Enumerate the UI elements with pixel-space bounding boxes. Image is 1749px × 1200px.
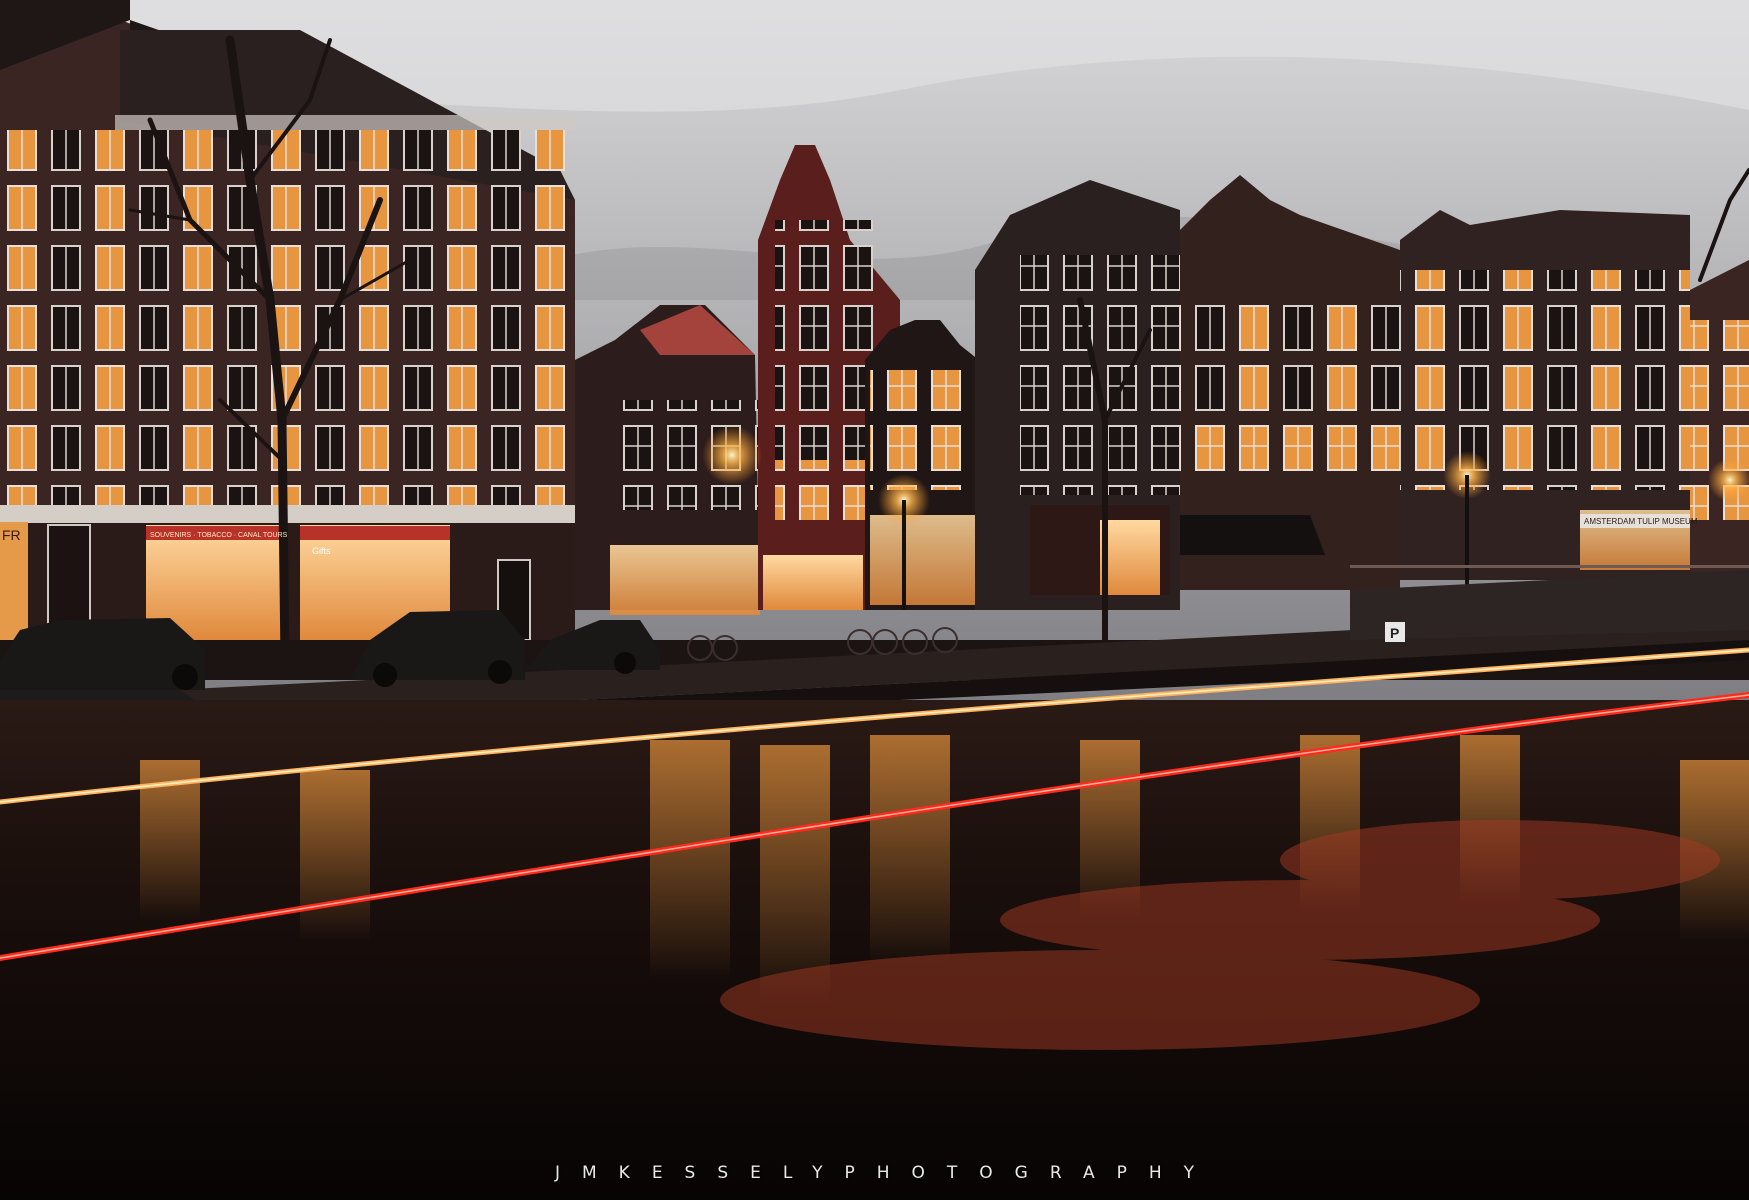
- souvenir-banner: SOUVENIRS · TOBACCO · CANAL TOURS: [150, 532, 288, 539]
- museum-sign: AMSTERDAM TULIP MUSEUM: [1584, 517, 1698, 526]
- left-shop-sign: FR: [2, 527, 21, 543]
- canal-houses-right: [975, 175, 1749, 610]
- gifts-sign: Gifts: [312, 546, 331, 556]
- photographer-watermark: JMKESSELYPHOTOGRAPHY: [554, 1163, 1217, 1183]
- canal-photo: AMSTERDAM TULIP MUSEUM Gifts SOUVENIRS ·…: [0, 0, 1749, 1200]
- shop-awning: [1180, 515, 1325, 555]
- svg-text:P: P: [1390, 625, 1399, 641]
